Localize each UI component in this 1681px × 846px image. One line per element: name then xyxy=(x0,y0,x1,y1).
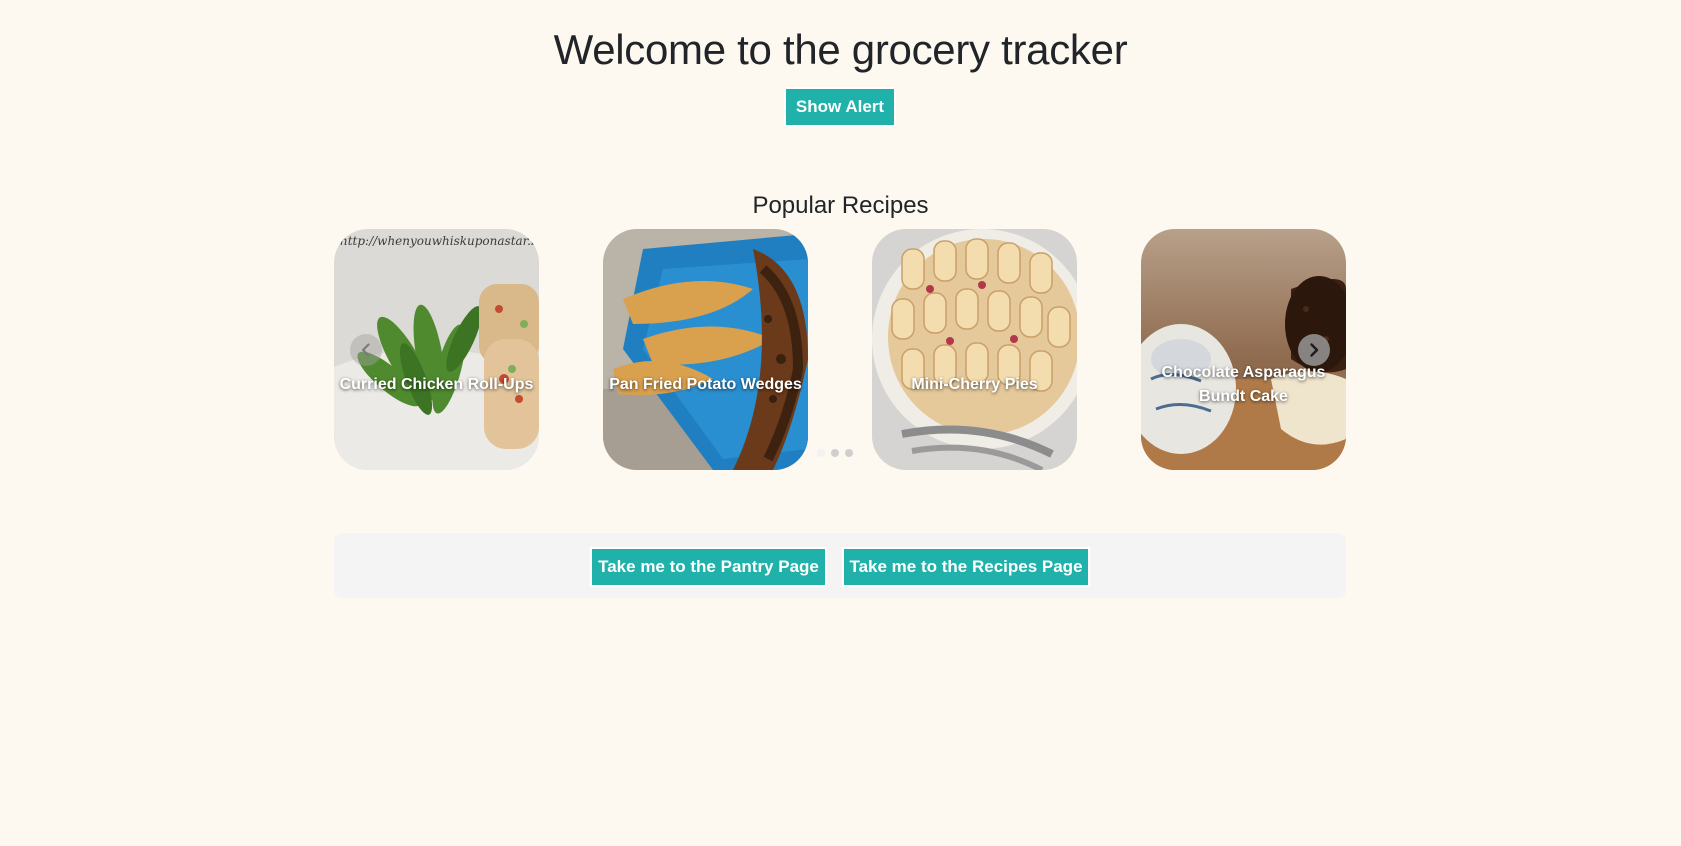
chevron-right-icon xyxy=(1310,343,1319,357)
navigation-panel xyxy=(334,533,1346,598)
recipe-card-title: Pan Fried Potato Wedges xyxy=(609,375,802,393)
carousel-indicator[interactable] xyxy=(845,449,853,457)
carousel-indicators xyxy=(817,449,853,457)
popular-recipes-heading: Popular Recipes xyxy=(752,192,929,219)
recipe-card[interactable]: Pan Fried Potato Wedges xyxy=(603,229,808,470)
recipe-carousel: http://whenyouwhiskuponastar.blogs Curri… xyxy=(334,229,1346,470)
chevron-left-icon xyxy=(361,343,370,357)
recipe-card-title: Mini-Cherry Pies xyxy=(911,375,1038,393)
show-alert-button[interactable]: Show Alert xyxy=(784,87,896,127)
carousel-indicator[interactable] xyxy=(817,449,825,457)
page-title: Welcome to the grocery tracker xyxy=(553,26,1128,73)
recipes-page-button[interactable]: Take me to the Recipes Page xyxy=(842,547,1090,587)
recipe-card[interactable]: Mini-Cherry Pies xyxy=(872,229,1077,470)
carousel-indicator[interactable] xyxy=(831,449,839,457)
pantry-page-button[interactable]: Take me to the Pantry Page xyxy=(590,547,827,587)
carousel-prev-button[interactable] xyxy=(350,334,382,366)
page: Welcome to the grocery tracker Show Aler… xyxy=(0,0,1681,846)
carousel-next-button[interactable] xyxy=(1298,334,1330,366)
